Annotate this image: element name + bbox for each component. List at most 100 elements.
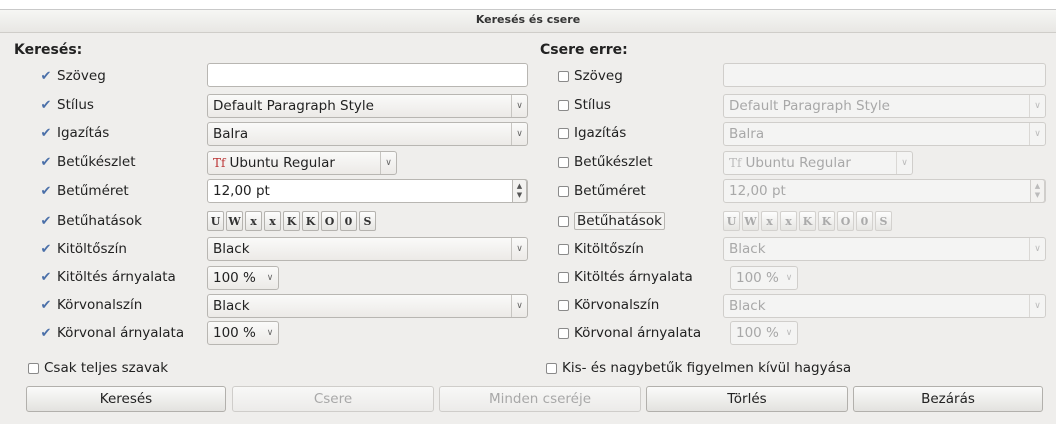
checkmark-icon[interactable]: ✔ [40,184,52,199]
replace-row-strokeshade[interactable]: Körvonal árnyalata [558,322,701,344]
search-row-font[interactable]: ✔ Betűkészlet [40,151,136,173]
close-button[interactable]: Bezárás [853,386,1043,412]
search-strokeshade-select[interactable]: 100 % ∨ [207,321,279,345]
chevron-down-icon: ∨ [511,95,527,117]
replace-row-fillshade[interactable]: Kitöltés árnyalata [558,266,693,288]
replace-heading: Csere erre: [540,42,628,58]
checkbox-icon[interactable] [558,156,569,168]
replace-row-fontsize[interactable]: Betűméret [558,180,646,202]
checkbox-icon[interactable] [558,99,569,111]
underline-effect-button[interactable]: U [207,211,224,231]
search-button[interactable]: Keresés [26,386,226,412]
search-alignment-select[interactable]: Balra ∨ [207,122,528,146]
search-fontsize-spinbox[interactable]: 12,00 pt ▲ ▼ [207,179,528,203]
chevron-down-icon: ∨ [380,152,396,174]
window-title: Keresés és csere [0,10,1056,33]
checkbox-icon[interactable] [558,327,569,339]
replace-row-effects[interactable]: Betűhatások [558,210,665,232]
checkmark-icon[interactable]: ✔ [40,270,52,285]
outline-effect-button[interactable]: 0 [340,211,357,231]
subscript-effect-button[interactable]: x [761,211,778,231]
chevron-down-icon: ∨ [511,238,527,260]
spinner-arrows-icon[interactable]: ▲ ▼ [1030,179,1045,203]
chevron-down-icon: ∨ [1029,123,1045,145]
replace-text-input[interactable] [723,63,1046,87]
checkmark-icon[interactable]: ✔ [40,126,52,141]
strikethrough-effect-button[interactable]: O [321,211,338,231]
checkmark-icon[interactable]: ✔ [40,69,52,84]
all-caps-effect-button[interactable]: K [283,211,300,231]
small-caps-effect-button[interactable]: K [818,211,835,231]
checkbox-icon[interactable] [558,271,569,283]
shadow-effect-button[interactable]: S [875,211,892,231]
chevron-down-icon: ∨ [266,328,274,338]
search-row-style[interactable]: ✔ Stílus [40,94,94,116]
superscript-effect-button[interactable]: x [264,211,281,231]
subscript-effect-button[interactable]: x [245,211,262,231]
replace-row-fillcolor[interactable]: Kitöltőszín [558,238,644,260]
replace-font-select[interactable]: Tf Ubuntu Regular ∨ [723,151,913,175]
replace-strokecolor-select[interactable]: Black ∨ [723,294,1046,318]
replace-fillcolor-select[interactable]: Black ∨ [723,237,1046,261]
search-row-fontsize[interactable]: ✔ Betűméret [40,180,129,202]
checkmark-icon[interactable]: ✔ [40,242,52,257]
replace-button[interactable]: Csere [232,386,434,412]
checkbox-icon[interactable] [558,243,569,255]
checkmark-icon[interactable]: ✔ [40,298,52,313]
checkmark-icon[interactable]: ✔ [40,214,52,229]
checkmark-icon[interactable]: ✔ [40,326,52,341]
replace-all-button[interactable]: Minden cseréje [439,386,641,412]
small-caps-effect-button[interactable]: K [302,211,319,231]
search-font-select[interactable]: Tf Ubuntu Regular ∨ [207,151,397,175]
search-row-fillshade[interactable]: ✔ Kitöltés árnyalata [40,266,176,288]
replace-row-style[interactable]: Stílus [558,94,611,116]
search-fillshade-select[interactable]: 100 % ∨ [207,266,279,290]
checkbox-icon[interactable] [558,185,569,197]
replace-style-select[interactable]: Default Paragraph Style ∨ [723,94,1046,118]
replace-fontsize-spinbox[interactable]: 12,00 pt ▲ ▼ [723,179,1046,203]
word-underline-effect-button[interactable]: W [742,211,759,231]
search-row-effects[interactable]: ✔ Betűhatások [40,210,142,232]
all-caps-effect-button[interactable]: K [799,211,816,231]
checkbox-icon[interactable] [558,299,569,311]
checkbox-icon[interactable] [558,70,569,82]
replace-fillshade-select[interactable]: 100 % ∨ [730,266,798,290]
checkmark-icon[interactable]: ✔ [40,98,52,113]
search-effects-toolbar: U W x x K K O 0 S [207,211,376,231]
underline-effect-button[interactable]: U [723,211,740,231]
whole-words-option[interactable]: Csak teljes szavak [28,360,168,376]
replace-alignment-select[interactable]: Balra ∨ [723,122,1046,146]
search-row-alignment[interactable]: ✔ Igazítás [40,122,110,144]
chevron-down-icon: ∨ [511,295,527,317]
chevron-down-icon: ∨ [785,328,793,338]
checkbox-icon[interactable] [28,362,39,374]
replace-strokeshade-select[interactable]: 100 % ∨ [730,321,798,345]
shadow-effect-button[interactable]: S [359,211,376,231]
search-fillcolor-select[interactable]: Black ∨ [207,237,528,261]
strikethrough-effect-button[interactable]: O [837,211,854,231]
search-row-strokeshade[interactable]: ✔ Körvonal árnyalata [40,322,185,344]
replace-row-alignment[interactable]: Igazítás [558,122,626,144]
checkmark-icon[interactable]: ✔ [40,155,52,170]
spinner-arrows-icon[interactable]: ▲ ▼ [512,179,527,203]
word-underline-effect-button[interactable]: W [226,211,243,231]
chevron-down-icon: ∨ [266,273,274,283]
checkbox-icon[interactable] [546,362,557,374]
checkbox-icon[interactable] [558,215,569,227]
replace-row-font[interactable]: Betűkészlet [558,151,653,173]
replace-row-text[interactable]: Szöveg [558,65,623,87]
checkbox-icon[interactable] [558,127,569,139]
superscript-effect-button[interactable]: x [780,211,797,231]
search-row-fillcolor[interactable]: ✔ Kitöltőszín [40,238,127,260]
ignore-case-option[interactable]: Kis- és nagybetűk figyelmen kívül hagyás… [546,360,851,376]
replace-row-strokecolor[interactable]: Körvonalszín [558,294,659,316]
outline-effect-button[interactable]: 0 [856,211,873,231]
delete-button[interactable]: Törlés [646,386,848,412]
search-style-select[interactable]: Default Paragraph Style ∨ [207,94,528,118]
chevron-down-icon: ∨ [1029,238,1045,260]
chevron-down-icon: ∨ [511,123,527,145]
search-text-input[interactable] [207,63,528,87]
search-row-strokecolor[interactable]: ✔ Körvonalszín [40,294,143,316]
search-strokecolor-select[interactable]: Black ∨ [207,294,528,318]
search-row-text[interactable]: ✔ Szöveg [40,65,106,87]
